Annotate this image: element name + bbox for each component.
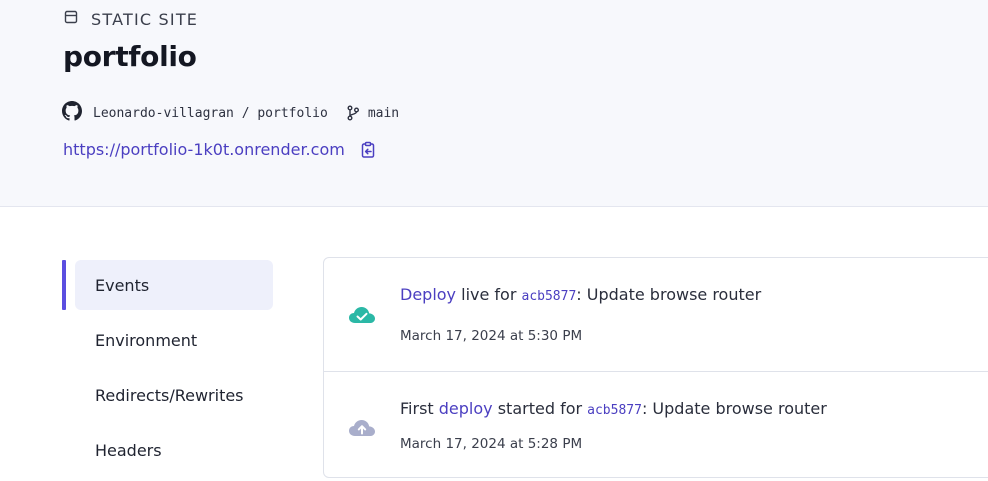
github-icon (62, 101, 82, 125)
deploy-link[interactable]: deploy (439, 399, 493, 418)
branch-name: main (367, 105, 400, 121)
event-text: live for (456, 285, 522, 304)
commit-hash-link[interactable]: acb5877 (522, 289, 577, 304)
repo-link[interactable]: Leonardo-villagran / portfolio (93, 106, 328, 121)
nav-item-environment[interactable]: Environment (75, 315, 273, 365)
cloud-check-icon (348, 305, 376, 329)
event-text: started for (492, 399, 588, 418)
nav-item-headers[interactable]: Headers (75, 425, 273, 475)
repo-info: Leonardo-villagran / portfolio main (62, 101, 399, 125)
nav-item-events[interactable]: Events (75, 260, 273, 310)
commit-message: : Update browse router (576, 285, 762, 304)
commit-message: : Update browse router (641, 399, 827, 418)
service-type-label: STATIC SITE (91, 9, 199, 29)
nav-item-label: Headers (95, 440, 162, 460)
events-list: Deploy live for acb5877: Update browse r… (323, 257, 988, 478)
service-type: STATIC SITE (63, 9, 198, 29)
page-title: portfolio (63, 40, 197, 73)
nav-active-indicator (62, 260, 66, 310)
copy-icon[interactable] (359, 141, 377, 159)
nav-item-redirects-rewrites[interactable]: Redirects/Rewrites (75, 370, 273, 420)
nav-item-label: Redirects/Rewrites (95, 385, 244, 405)
event-item: First deploy started for acb5877: Update… (324, 371, 988, 478)
event-description: First deploy started for acb5877: Update… (400, 399, 827, 418)
service-url-link[interactable]: https://portfolio-1k0t.onrender.com (63, 140, 345, 159)
deploy-link[interactable]: Deploy (400, 285, 456, 304)
nav-item-label: Environment (95, 330, 198, 350)
event-item: Deploy live for acb5877: Update browse r… (324, 258, 988, 371)
event-text: First (400, 399, 439, 418)
event-timestamp: March 17, 2024 at 5:28 PM (400, 436, 583, 452)
event-description: Deploy live for acb5877: Update browse r… (400, 285, 761, 304)
commit-hash-link[interactable]: acb5877 (587, 403, 642, 418)
site-icon (63, 9, 79, 29)
cloud-upload-icon (348, 418, 376, 442)
git-branch-icon (346, 105, 360, 121)
service-url-row: https://portfolio-1k0t.onrender.com (63, 140, 377, 159)
service-header: STATIC SITE portfolio Leonardo-villagran… (0, 0, 988, 207)
event-timestamp: March 17, 2024 at 5:30 PM (400, 328, 583, 344)
nav-item-label: Events (95, 275, 150, 295)
